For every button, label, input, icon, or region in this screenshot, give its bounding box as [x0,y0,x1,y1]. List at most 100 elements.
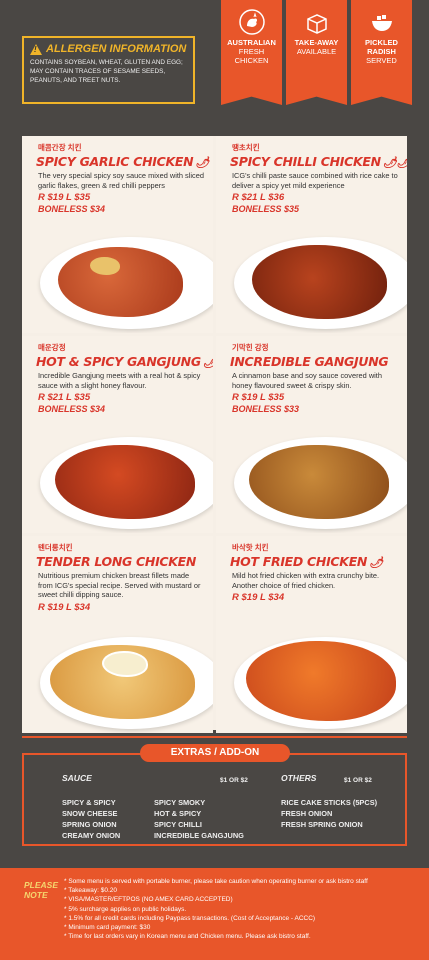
feature-badges: AUSTRALIAN FRESH CHICKEN TAKE-AWAY AVAIL… [221,0,412,105]
item-name: INCREDIBLE GANGJUNG [230,354,407,369]
note-title: PLEASE NOTE [24,880,58,900]
box-icon [306,14,327,34]
menu-item-tender-long-chicken: 텐더롱치킨 TENDER LONG CHICKEN Nutritious pre… [22,536,213,733]
list-item: HOT & SPICY [154,809,202,818]
note-item: * Some menu is served with portable burn… [64,878,368,885]
menu-item-spicy-garlic-chicken: 매콤간장 치킨 SPICY GARLIC CHICKEN 🌶 The very s… [22,136,213,333]
item-price: R $19 L $35 [232,392,285,403]
sauce-head: SAUCE [62,773,92,784]
badge-line1: TAKE-AWAY [294,38,339,47]
note-item: * Minimum card payment: $30 [64,924,151,932]
item-price: R $19 L $34 [38,601,91,613]
item-description: A cinnamon base and soy sauce covered wi… [232,371,382,390]
item-name: HOT FRIED CHICKEN 🌶 [230,554,407,569]
badge-line2: FRESH CHICKEN [234,47,269,65]
chili-icon: 🌶 [195,156,209,169]
item-name: TENDER LONG CHICKEN [36,554,213,569]
item-price: R $21 L $35 [38,392,91,403]
item-price: R $19 L $34 [232,592,285,603]
boneless-price: BONELESS $35 [232,204,300,214]
food-photo [234,237,407,329]
food-photo [40,437,213,529]
food-photo [234,437,407,529]
item-description: The very special spicy soy sauce mixed w… [38,171,204,190]
others-price-text: $1 OR $2 [344,777,372,784]
badge-line1: PICKLED RADISH [365,38,398,56]
list-item: CREAMY ONION [62,831,121,840]
others-heading: OTHERS [281,773,317,783]
item-price: R $19 L $35 [38,192,91,203]
item-name-text: SPICY GARLIC CHICKEN [36,154,194,169]
note-item: * 5% surcharge applies on public holiday… [64,905,187,913]
food-photo [40,237,213,329]
sauce-heading: SAUCE [62,773,92,783]
list-item: FRESH ONION [281,809,333,818]
korean-name: 땡초치킨 [232,143,260,152]
boneless-price: BONELESS $34 [38,404,106,414]
others-price: $1 OR $2 [344,774,372,786]
bowl-icon [371,15,392,31]
allergen-heading: ALLERGEN INFORMATION [30,43,187,55]
food-photo [234,637,407,729]
item-description: Mild hot fried chicken with extra crunch… [232,571,380,590]
note-title-l1: PLEASE [24,880,59,890]
item-description: Nutritious premium chicken breast fillet… [38,571,201,599]
list-item: SPICY & SPICY [62,798,116,807]
menu-item-hot-spicy-gangjung: 매운강정 HOT & SPICY GANGJUNG🌶🌶🌶 Incredible … [22,336,213,533]
allergen-info-box: ALLERGEN INFORMATION CONTAINS SOYBEAN, W… [22,36,195,104]
item-description: Incredible Gangjung meets with a real ho… [38,371,201,390]
extras-title: EXTRAS / ADD-ON [140,744,290,762]
chili-icon: 🌶🌶🌶 [203,356,213,369]
allergen-title: ALLERGEN INFORMATION [46,43,187,55]
korean-name: 바삭핫 치킨 [232,543,269,552]
menu-item-hot-fried-chicken: 바삭핫 치킨 HOT FRIED CHICKEN 🌶 Mild hot fried… [216,536,407,733]
chicken-icon [238,9,265,35]
item-name-text: TENDER LONG CHICKEN [36,554,197,569]
others-list: RICE CAKE STICKS (5PCS) FRESH ONION FRES… [281,797,377,830]
please-note: PLEASE NOTE * Some menu is served with p… [0,868,429,960]
extras-box: SAUCE $1 OR $2 SPICY & SPICY SNOW CHEESE… [22,753,407,846]
note-list: * Some menu is served with portable burn… [64,877,368,941]
item-name: SPICY GARLIC CHICKEN 🌶 [36,154,213,169]
item-name: SPICY CHILLI CHICKEN🌶🌶 [230,154,407,169]
warning-icon [30,43,42,55]
badge-pickled-radish: PICKLED RADISH SERVED [351,0,412,105]
korean-name: 텐더롱치킨 [38,543,73,552]
list-item: SNOW CHEESE [62,809,118,818]
badge-line2: SERVED [366,56,397,65]
others-head: OTHERS [281,773,316,784]
item-name-text: SPICY CHILLI CHICKEN [230,154,381,169]
divider [22,736,407,738]
menu-item-incredible-gangjung: 기막힌 강정 INCREDIBLE GANGJUNG A cinnamon ba… [216,336,407,533]
note-item: * 1.5% for all credit cards including Pa… [64,914,316,922]
note-item: * Time for last orders vary in Korean me… [64,933,311,941]
item-name-text: HOT & SPICY GANGJUNG [36,354,201,369]
item-name-text: INCREDIBLE GANGJUNG [230,354,389,369]
korean-name: 매운강정 [38,343,66,352]
list-item: RICE CAKE STICKS (5PCS) [281,798,378,807]
badge-takeaway: TAKE-AWAY AVAILABLE [286,0,347,105]
item-price: R $21 L $36 [232,192,285,203]
sauce-list-2: SPICY SMOKY HOT & SPICY SPICY CHILLI INC… [154,797,244,841]
boneless-price: BONELESS $34 [38,204,106,214]
menu-item-spicy-chilli-chicken: 땡초치킨 SPICY CHILLI CHICKEN🌶🌶 ICG's chilli… [216,136,407,333]
badge-line2: AVAILABLE [296,47,337,56]
sauce-price: $1 OR $2 [220,774,248,786]
sauce-price-text: $1 OR $2 [220,777,248,784]
boneless-price: BONELESS $33 [232,404,300,414]
note-title-l2: NOTE [24,890,48,900]
item-description: ICG's chilli paste sauce combined with r… [232,171,398,190]
korean-name: 기막힌 강정 [232,343,269,352]
sauce-list-1: SPICY & SPICY SNOW CHEESE SPRING ONION C… [62,797,120,841]
allergen-text: CONTAINS SOYBEAN, WHEAT, GLUTEN AND EGG;… [30,59,183,84]
badge-fresh-chicken: AUSTRALIAN FRESH CHICKEN [221,0,282,105]
item-name-text: HOT FRIED CHICKEN [230,554,368,569]
list-item: SPRING ONION [62,820,117,829]
list-item: SPICY SMOKY [154,798,206,807]
list-item: INCREDIBLE GANGJUNG [154,831,244,840]
note-item: * VISA/MASTER/EFTPOS (NO AMEX CARD ACCEP… [64,896,233,904]
note-item: * Takeaway: $0.20 [64,887,117,895]
item-name: HOT & SPICY GANGJUNG🌶🌶🌶 [36,354,213,369]
food-photo [40,637,213,729]
chili-icon: 🌶🌶 [382,156,407,169]
